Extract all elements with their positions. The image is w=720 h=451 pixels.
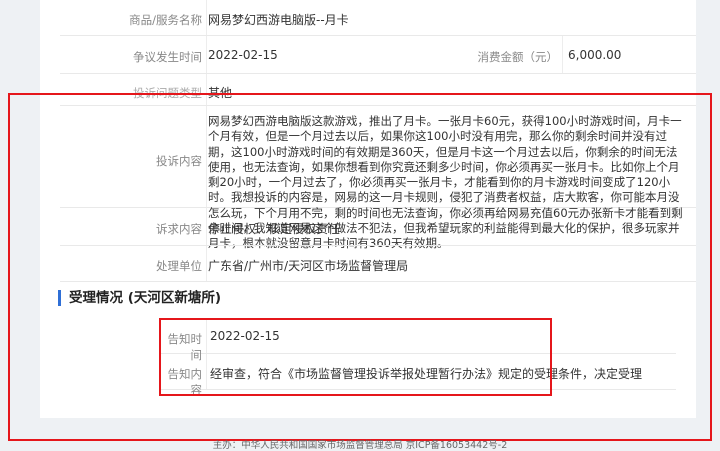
row-divider	[206, 74, 207, 105]
row-divider	[206, 354, 207, 389]
site-footer: 主办：中华人民共和国国家市场监督管理总局 京ICP备16053442号-2	[212, 440, 508, 451]
product-label: 商品/服务名称	[129, 13, 202, 27]
complaint-type-row: 投诉问题类型 其他	[60, 74, 696, 106]
product-value: 网易梦幻西游电脑版--月卡	[208, 13, 349, 27]
handler-label: 处理单位	[156, 259, 202, 273]
notify-content-row: 告知内容 经审查，符合《市场监督管理投诉举报处理暂行办法》规定的受理条件，决定受…	[160, 354, 676, 397]
acceptance-section-title: 受理情况 (天河区新塘所)	[58, 290, 221, 306]
notify-content-value: 经审查，符合《市场监督管理投诉举报处理暂行办法》规定的受理条件，决定受理	[210, 367, 643, 381]
complaint-detail-card: 商品/服务名称 网易梦幻西游电脑版--月卡 争议发生时间 2022-02-15 …	[40, 0, 696, 418]
row-divider	[206, 106, 207, 207]
dispute-date-value: 2022-02-15	[208, 48, 278, 62]
row-divider	[562, 36, 563, 73]
row-divider	[206, 208, 207, 245]
request-row: 诉求内容 停止侵权、核定侵权责任	[60, 208, 696, 246]
row-divider	[206, 36, 207, 73]
notify-time-value: 2022-02-15	[210, 329, 280, 343]
product-row: 商品/服务名称 网易梦幻西游电脑版--月卡	[60, 0, 696, 36]
handler-value: 广东省/广州市/天河区市场监督管理局	[208, 259, 409, 273]
notify-content-label: 告知内容	[167, 367, 203, 397]
dispute-date-label: 争议发生时间	[133, 50, 202, 64]
handler-row: 处理单位 广东省/广州市/天河区市场监督管理局	[60, 246, 696, 282]
complaint-type-label: 投诉问题类型	[133, 86, 202, 100]
complaint-content-row: 投诉内容 网易梦幻西游电脑版这款游戏，推出了月卡。一张月卡60元，获得100小时…	[60, 106, 696, 250]
row-divider	[206, 246, 207, 281]
complaint-type-value: 其他	[208, 86, 233, 100]
complaint-content-label: 投诉内容	[156, 154, 202, 168]
dispute-date-row: 争议发生时间 2022-02-15 消费金额（元） 6,000.00	[60, 36, 696, 74]
amount-label: 消费金额（元）	[477, 50, 559, 64]
request-label: 诉求内容	[156, 222, 202, 236]
notify-time-row: 告知时间 2022-02-15	[160, 320, 676, 362]
request-value: 停止侵权、核定侵权责任	[208, 222, 341, 236]
row-divider	[206, 0, 207, 35]
row-divider	[206, 320, 207, 353]
amount-value: 6,000.00	[568, 48, 622, 62]
